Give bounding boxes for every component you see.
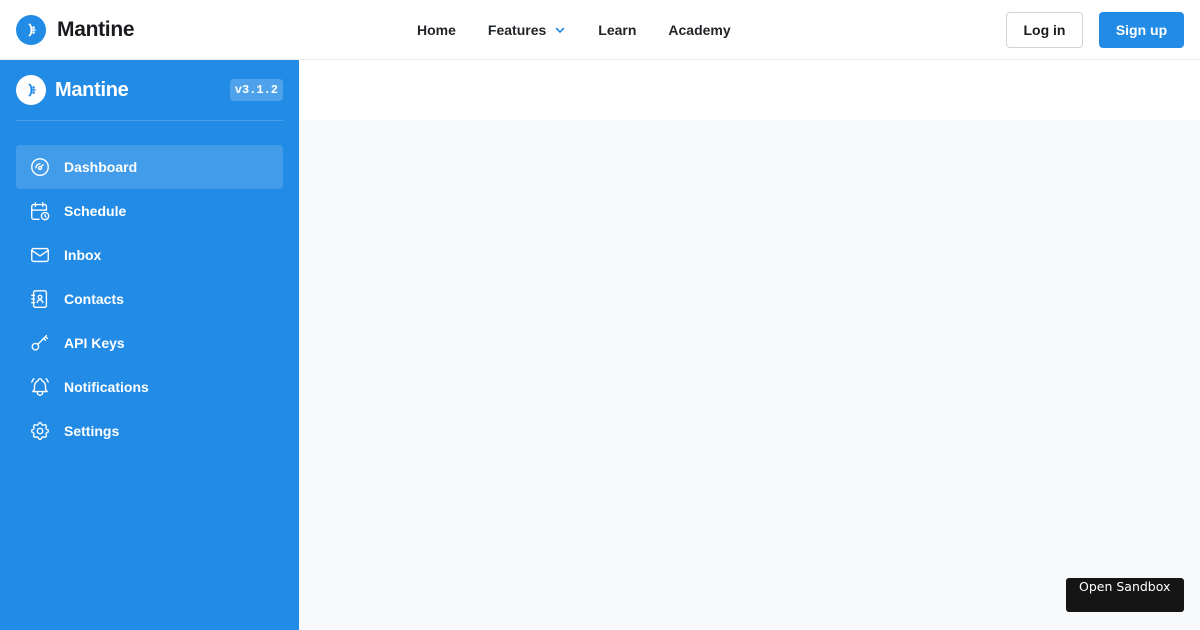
main-nav: Home Features Learn Academy: [417, 0, 731, 60]
nav-features-label: Features: [487, 22, 547, 38]
nav-academy-label: Academy: [668, 22, 731, 38]
bell-ringing-icon: [29, 376, 51, 398]
mail-icon: [29, 244, 51, 266]
mantine-logo-icon: [16, 75, 46, 105]
nav-home[interactable]: Home: [417, 22, 456, 38]
key-icon: [29, 332, 51, 354]
address-book-icon: [29, 288, 51, 310]
nav-features[interactable]: Features: [488, 22, 566, 38]
main-header-area: [299, 60, 1200, 120]
open-sandbox-button[interactable]: Open Sandbox: [1066, 578, 1184, 612]
nav-home-label: Home: [417, 22, 456, 38]
sidebar-item-schedule[interactable]: Schedule: [16, 189, 283, 233]
sidebar-item-contacts[interactable]: Contacts: [16, 277, 283, 321]
version-badge: v3.1.2: [229, 79, 283, 101]
sidebar-item-api-keys[interactable]: API Keys: [16, 321, 283, 365]
sidebar: Mantine v3.1.2 Dashboard Schedule Inbox: [0, 60, 299, 630]
sidebar-item-label: API Keys: [64, 335, 125, 351]
chevron-down-icon: [555, 27, 565, 33]
nav-learn-label: Learn: [598, 22, 637, 38]
nav-learn[interactable]: Learn: [598, 22, 636, 38]
gauge-icon: [29, 156, 51, 178]
sidebar-item-dashboard[interactable]: Dashboard: [16, 145, 283, 189]
brand-name: Mantine: [57, 18, 135, 41]
sidebar-brand-name: Mantine: [55, 78, 129, 101]
sidebar-menu: Dashboard Schedule Inbox Contacts API Ke: [16, 145, 283, 453]
sidebar-brand[interactable]: Mantine: [16, 75, 129, 105]
sidebar-item-label: Dashboard: [64, 159, 138, 175]
sidebar-header: Mantine v3.1.2: [16, 75, 283, 121]
sidebar-item-label: Inbox: [64, 247, 102, 263]
nav-academy[interactable]: Academy: [668, 22, 730, 38]
sidebar-item-notifications[interactable]: Notifications: [16, 365, 283, 409]
sidebar-item-inbox[interactable]: Inbox: [16, 233, 283, 277]
top-header: Mantine Home Features Learn Academy Log …: [0, 0, 1200, 60]
sidebar-item-label: Contacts: [64, 291, 124, 307]
signup-button[interactable]: Sign up: [1099, 12, 1184, 48]
sidebar-item-settings[interactable]: Settings: [16, 409, 283, 453]
main-content: [299, 120, 1200, 630]
login-button[interactable]: Log in: [1006, 12, 1083, 48]
sidebar-item-label: Settings: [64, 423, 120, 439]
calendar-clock-icon: [29, 200, 51, 222]
header-brand[interactable]: Mantine: [16, 15, 135, 45]
gear-icon: [29, 420, 51, 442]
sidebar-item-label: Schedule: [64, 203, 127, 219]
sidebar-item-label: Notifications: [64, 379, 149, 395]
mantine-logo-icon: [16, 15, 46, 45]
